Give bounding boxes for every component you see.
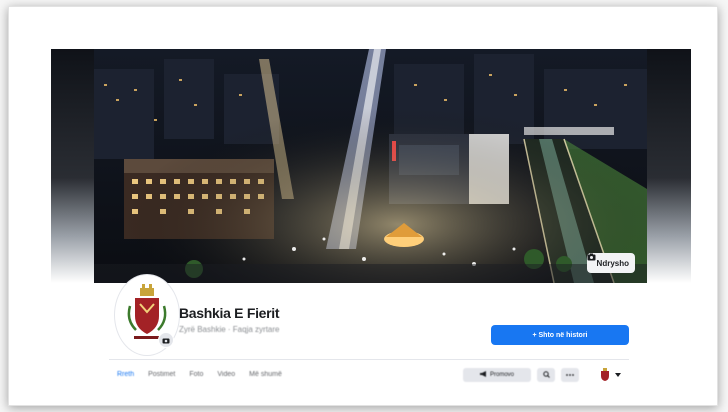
tab-more[interactable]: Më shumë <box>249 371 282 378</box>
switch-profile-avatar[interactable] <box>599 368 611 382</box>
more-icon <box>566 372 574 378</box>
cover-photo[interactable]: Ndrysho <box>94 49 647 283</box>
profile-tabs: Rreth Postimet Foto Video Më shumë <box>117 371 282 378</box>
megaphone-icon <box>479 371 487 379</box>
search-icon <box>542 370 550 380</box>
add-to-story-button[interactable]: + Shto në histori <box>491 325 629 345</box>
tab-photos[interactable]: Foto <box>189 371 203 378</box>
camera-icon <box>162 331 170 349</box>
cover-photo-image <box>94 49 647 283</box>
promote-button[interactable]: Promovo <box>463 368 531 382</box>
edit-cover-label: Ndrysho <box>596 258 629 268</box>
edit-cover-button[interactable]: Ndrysho <box>586 253 635 273</box>
page-category: Zyrë Bashkie · Faqja zyrtare <box>179 325 280 334</box>
tab-videos[interactable]: Video <box>217 371 235 378</box>
tab-about[interactable]: Rreth <box>117 371 134 378</box>
divider <box>109 359 629 360</box>
chevron-down-icon[interactable] <box>615 373 621 377</box>
page-title: Bashkia E Fierit <box>179 305 280 321</box>
search-button[interactable] <box>537 368 555 382</box>
more-options-button[interactable] <box>561 368 579 382</box>
cover-area: Ndrysho <box>51 49 691 283</box>
tab-posts[interactable]: Postimet <box>148 371 175 378</box>
page-frame: Ndrysho Bashkia E Fierit Zyrë Bashkie · … <box>8 6 718 406</box>
mini-coat-of-arms-icon <box>601 368 609 381</box>
update-avatar-button[interactable] <box>158 332 174 348</box>
promote-label: Promovo <box>489 372 514 378</box>
